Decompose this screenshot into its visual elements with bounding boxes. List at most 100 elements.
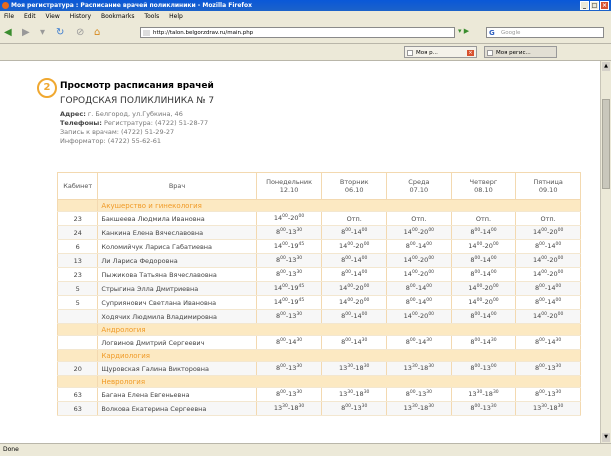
time-cell[interactable]: Отп.	[515, 211, 581, 226]
time-cell[interactable]: 1330-1830	[321, 387, 388, 402]
doctor-name-cell[interactable]: Волкова Екатерина Сергеевна	[97, 401, 257, 416]
time-cell[interactable]: 1400-2000	[515, 225, 581, 240]
time-cell[interactable]: 1400-1945	[255, 239, 323, 254]
doctor-name-cell[interactable]: Стрыгина Элла Дмитриевна	[97, 281, 257, 296]
time-cell[interactable]: 800-1430	[515, 335, 581, 350]
scroll-down-icon[interactable]: ▼	[602, 433, 610, 442]
menu-view[interactable]: View	[46, 13, 60, 20]
table-row: 5 Суприянович Светлана Ивановна 1400-1945 1…	[56, 295, 581, 310]
go-button-icon[interactable]: ▾ ▶	[458, 27, 469, 35]
tab-2[interactable]: Моя регис...	[484, 46, 557, 58]
time-cell[interactable]: 800-1300	[450, 361, 517, 376]
time-cell[interactable]: Отп.	[321, 211, 388, 226]
menu-tools[interactable]: Tools	[144, 13, 159, 20]
time-cell[interactable]: Отп.	[386, 211, 452, 226]
time-cell[interactable]: 800-1330	[255, 361, 323, 376]
time-cell[interactable]: 800-1330	[321, 401, 388, 416]
time-cell[interactable]: 1400-1945	[255, 295, 323, 310]
time-cell[interactable]: 800-1330	[450, 401, 517, 416]
time-cell[interactable]: 800-1400	[386, 295, 452, 310]
time-cell[interactable]: 800-1400	[321, 309, 388, 324]
url-input[interactable]: http://talon.belgorzdrav.ru/main.php	[140, 27, 455, 38]
google-icon: G	[489, 29, 495, 37]
doctor-name-cell[interactable]: Щуровская Галина Викторовна	[97, 361, 257, 376]
time-cell[interactable]: 800-1400	[386, 239, 452, 254]
minimize-button[interactable]: _	[580, 1, 589, 10]
time-cell[interactable]: 1400-2000	[515, 253, 581, 268]
tab-1[interactable]: Моя р... ×	[404, 46, 477, 58]
search-input[interactable]: G Google	[486, 27, 604, 38]
doctor-name-cell[interactable]: Канкина Елена Вячеславовна	[97, 225, 257, 240]
time-cell[interactable]: 800-1400	[450, 309, 517, 324]
time-cell[interactable]: 1400-2000	[386, 253, 452, 268]
time-cell[interactable]: 1330-1830	[515, 401, 581, 416]
doctor-name-cell[interactable]: Суприянович Светлана Ивановна	[97, 295, 257, 310]
time-cell[interactable]: 800-1430	[450, 335, 517, 350]
reload-icon[interactable]: ↻	[56, 26, 64, 40]
forward-button-icon[interactable]: ▶	[22, 26, 30, 40]
time-cell[interactable]: 1400-1945	[255, 281, 323, 296]
time-cell[interactable]: 800-1400	[450, 253, 517, 268]
time-cell[interactable]: 1330-1830	[321, 361, 388, 376]
time-cell[interactable]: 1400-2000	[515, 309, 581, 324]
menu-help[interactable]: Help	[169, 13, 183, 20]
menu-bookmarks[interactable]: Bookmarks	[101, 13, 135, 20]
time-cell[interactable]: 1400-2000	[321, 239, 388, 254]
time-cell[interactable]: 1400-2000	[386, 267, 452, 282]
time-cell[interactable]: 800-1430	[255, 335, 323, 350]
time-cell[interactable]: 1400-2000	[450, 281, 517, 296]
time-cell[interactable]: 800-1400	[321, 267, 388, 282]
time-cell[interactable]: 800-1430	[386, 335, 452, 350]
time-cell[interactable]: 800-1330	[515, 361, 581, 376]
scroll-up-icon[interactable]: ▲	[602, 62, 610, 71]
time-cell[interactable]: 1330-1830	[386, 361, 452, 376]
time-cell[interactable]: 800-1400	[515, 281, 581, 296]
menu-file[interactable]: File	[4, 13, 14, 20]
time-cell[interactable]: 800-1330	[255, 387, 323, 402]
time-cell[interactable]: 800-1400	[450, 267, 517, 282]
doctor-name-cell[interactable]: Пыжикова Татьяна Вячеславовна	[97, 267, 257, 282]
time-cell[interactable]: 800-1400	[450, 225, 517, 240]
time-cell[interactable]: 1400-2000	[450, 295, 517, 310]
menu-history[interactable]: History	[70, 13, 91, 20]
time-cell[interactable]: 800-1330	[255, 267, 323, 282]
doctor-name-cell[interactable]: Ли Лариса Федоровна	[97, 253, 257, 268]
dropdown-arrow-icon[interactable]: ▾	[40, 26, 45, 40]
doctor-name-cell[interactable]: Коломийчук Лариса Габатиевна	[97, 239, 257, 254]
time-cell[interactable]: 800-1330	[515, 387, 581, 402]
time-cell[interactable]: 1400-2000	[321, 295, 388, 310]
back-button-icon[interactable]: ◀	[4, 26, 12, 40]
stop-icon[interactable]: ⊘	[76, 26, 84, 40]
time-cell[interactable]: 1400-2000	[321, 281, 388, 296]
time-cell[interactable]: 1400-2000	[386, 225, 452, 240]
close-window-button[interactable]: ×	[600, 1, 609, 10]
doctor-name-cell[interactable]: Ходячих Людмила Владимировна	[97, 309, 257, 324]
time-cell[interactable]: 1400-2000	[450, 239, 517, 254]
time-cell[interactable]: 1400-2000	[386, 309, 452, 324]
tab-close-icon[interactable]: ×	[467, 50, 474, 56]
time-cell[interactable]: 800-1330	[255, 309, 323, 324]
time-cell[interactable]: 800-1330	[255, 253, 323, 268]
scroll-thumb[interactable]	[602, 99, 610, 189]
time-cell[interactable]: 800-1400	[321, 253, 388, 268]
time-cell[interactable]: 1400-2000	[515, 267, 581, 282]
time-cell[interactable]: 800-1400	[515, 295, 581, 310]
doctor-name-cell[interactable]: Багана Елена Евгеньевна	[97, 387, 257, 402]
vertical-scrollbar[interactable]: ▲ ▼	[600, 61, 611, 443]
time-cell[interactable]: 1400-2000	[255, 211, 323, 226]
menu-edit[interactable]: Edit	[24, 13, 36, 20]
time-cell[interactable]: 800-1400	[321, 225, 388, 240]
time-cell[interactable]: 800-1430	[321, 335, 388, 350]
time-cell[interactable]: 800-1330	[386, 387, 452, 402]
time-cell[interactable]: 800-1330	[255, 225, 323, 240]
doctor-name-cell[interactable]: Логвинов Дмитрий Сергеевич	[97, 335, 257, 350]
time-cell[interactable]: 800-1400	[386, 281, 452, 296]
time-cell[interactable]: Отп.	[450, 211, 517, 226]
doctor-name-cell[interactable]: Бакшеева Людмила Ивановна	[97, 211, 257, 226]
time-cell[interactable]: 1330-1830	[450, 387, 517, 402]
time-cell[interactable]: 1330-1830	[386, 401, 452, 416]
maximize-button[interactable]: □	[590, 1, 599, 10]
time-cell[interactable]: 800-1400	[515, 239, 581, 254]
home-icon[interactable]: ⌂	[94, 26, 100, 40]
time-cell[interactable]: 1330-1830	[255, 401, 323, 416]
